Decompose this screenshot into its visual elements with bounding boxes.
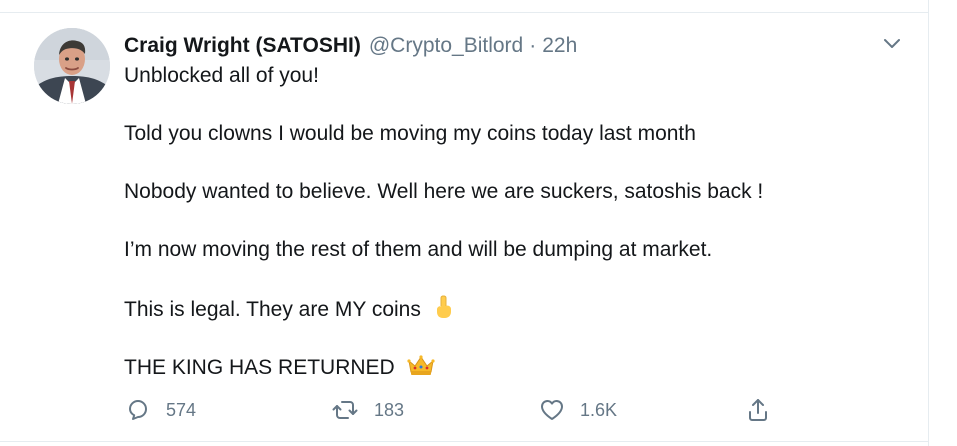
tweet-actions: 574 183 1.6K [124,393,814,427]
tweet-text-line-3: Nobody wanted to believe. Well here we a… [124,180,764,203]
retweet-icon [330,396,360,424]
share-button[interactable] [744,393,772,427]
retweet-count: 183 [374,399,405,420]
heart-icon [538,396,566,424]
share-icon [744,396,772,424]
reply-icon [124,396,152,424]
author-handle[interactable]: @Crypto_Bitlord [369,34,523,58]
author-name[interactable]: Craig Wright (SATOSHI) [124,34,361,58]
chevron-down-icon[interactable] [880,34,904,54]
top-divider [0,12,929,13]
reply-count: 574 [166,399,197,420]
tweet-text-line-5-text: This is legal. They are MY coins [124,298,421,322]
tweet-text-line-5: This is legal. They are MY coins [124,295,455,326]
tweet-header: Craig Wright (SATOSHI) @Crypto_Bitlord ·… [124,32,577,60]
crown-emoji [406,353,435,384]
reply-button[interactable]: 574 [124,393,196,427]
tweet-text-line-6: THE KING HAS RETURNED [124,353,435,384]
header-separator: · [529,34,537,57]
bottom-divider [0,441,929,442]
retweet-button[interactable]: 183 [330,393,404,427]
like-count: 1.6K [580,399,618,420]
tweet-time[interactable]: 22h [542,34,577,58]
tweet-text-line-2: Told you clowns I would be moving my coi… [124,122,696,145]
tweet-text-line-1: Unblocked all of you! [124,64,319,87]
avatar-image [34,28,110,104]
avatar[interactable] [34,28,110,104]
like-button[interactable]: 1.6K [538,393,617,427]
tweet-text-line-4: I’m now moving the rest of them and will… [124,238,713,261]
tweet-card: Craig Wright (SATOSHI) @Crypto_Bitlord ·… [0,0,929,446]
tweet-text-line-6-text: THE KING HAS RETURNED [124,356,395,380]
middle-finger-emoji [433,295,455,326]
